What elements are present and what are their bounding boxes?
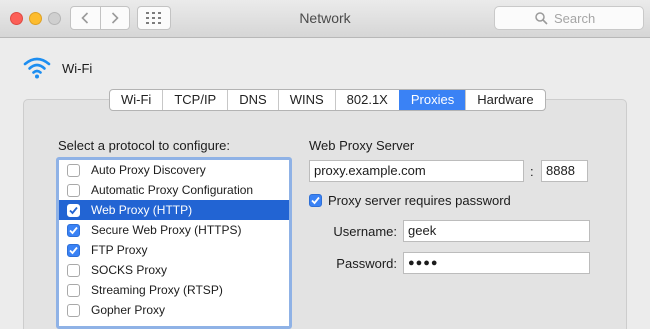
tab-wifi[interactable]: Wi-Fi <box>110 90 162 110</box>
protocol-row[interactable]: SOCKS Proxy <box>59 260 289 280</box>
protocol-checkbox[interactable] <box>67 203 80 217</box>
protocol-row[interactable]: FTP Proxy <box>59 240 289 260</box>
requires-password-label: Proxy server requires password <box>328 193 511 208</box>
tab-dns[interactable]: DNS <box>227 90 277 110</box>
protocol-checkbox[interactable] <box>67 223 80 237</box>
password-input[interactable]: ●●●● <box>403 252 590 274</box>
protocol-label: Secure Web Proxy (HTTPS) <box>91 223 242 237</box>
protocol-label: Web Proxy (HTTP) <box>91 203 193 217</box>
tab-8021x[interactable]: 802.1X <box>334 90 399 110</box>
host-port-separator: : <box>530 164 534 179</box>
protocol-list-label: Select a protocol to configure: <box>58 138 230 153</box>
tab-bar: Wi-Fi TCP/IP DNS WINS 802.1X Proxies Har… <box>109 89 546 111</box>
wifi-icon <box>23 57 51 79</box>
protocol-label: FTP Proxy <box>91 243 148 257</box>
tab-wins[interactable]: WINS <box>277 90 335 110</box>
protocol-label: Automatic Proxy Configuration <box>91 183 254 197</box>
checkbox-icon <box>309 194 322 207</box>
proxy-host-input[interactable]: proxy.example.com <box>309 160 524 182</box>
protocol-checkbox[interactable] <box>67 243 80 257</box>
search-field[interactable]: Search <box>494 6 644 30</box>
protocol-row[interactable]: Gopher Proxy <box>59 300 289 320</box>
password-label: Password: <box>336 256 397 271</box>
search-placeholder: Search <box>554 11 596 26</box>
tab-hardware[interactable]: Hardware <box>465 90 544 110</box>
tab-tcpip[interactable]: TCP/IP <box>162 90 227 110</box>
proxy-server-title: Web Proxy Server <box>309 138 415 153</box>
tab-proxies[interactable]: Proxies <box>398 90 466 110</box>
protocol-checkbox[interactable] <box>67 163 80 177</box>
requires-password-checkbox[interactable]: Proxy server requires password <box>309 193 511 208</box>
interface-name: Wi-Fi <box>62 61 93 76</box>
protocol-row[interactable]: Auto Proxy Discovery <box>59 160 289 180</box>
title-bar: Network Search <box>0 0 650 38</box>
username-input[interactable]: geek <box>403 220 590 242</box>
protocol-list[interactable]: Auto Proxy Discovery Automatic Proxy Conf… <box>56 157 292 329</box>
protocol-label: Streaming Proxy (RTSP) <box>91 283 223 297</box>
username-label: Username: <box>333 224 397 239</box>
protocol-label: Auto Proxy Discovery <box>91 163 206 177</box>
protocol-checkbox[interactable] <box>67 183 80 197</box>
protocol-row[interactable]: Secure Web Proxy (HTTPS) <box>59 220 289 240</box>
protocol-checkbox[interactable] <box>67 303 80 317</box>
protocol-checkbox[interactable] <box>67 263 80 277</box>
protocol-label: Gopher Proxy <box>91 303 166 317</box>
protocol-row[interactable]: Web Proxy (HTTP) <box>59 200 289 220</box>
protocol-row[interactable]: Automatic Proxy Configuration <box>59 180 289 200</box>
proxy-port-input[interactable]: 8888 <box>541 160 588 182</box>
protocol-checkbox[interactable] <box>67 283 80 297</box>
search-icon <box>535 12 548 25</box>
protocol-label: SOCKS Proxy <box>91 263 168 277</box>
protocol-row[interactable]: Streaming Proxy (RTSP) <box>59 280 289 300</box>
